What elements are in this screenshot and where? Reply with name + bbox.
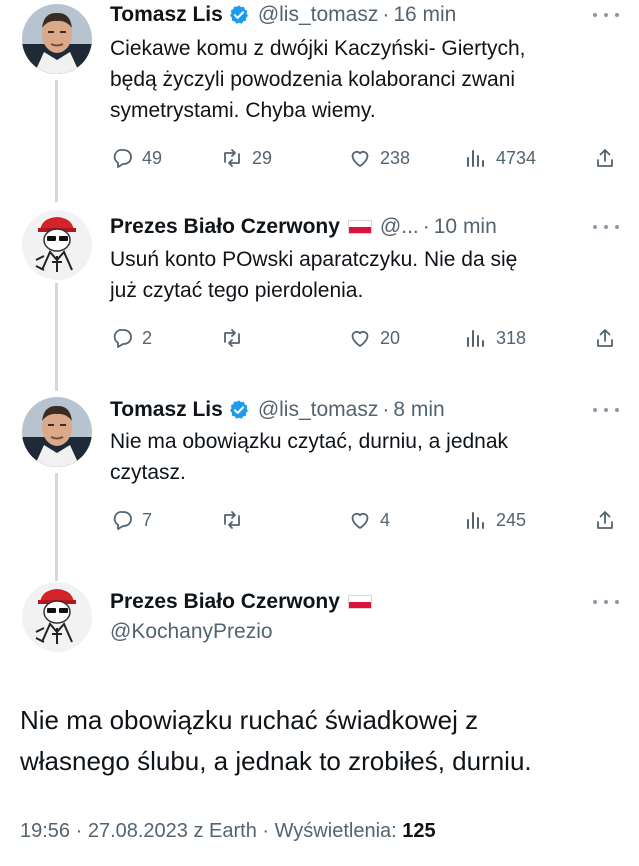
retweet-button[interactable] xyxy=(220,323,252,353)
author-name[interactable]: Prezes Biało Czerwony xyxy=(110,590,340,614)
author-handle[interactable]: @lis_tomasz xyxy=(258,398,379,422)
reply-count: 2 xyxy=(142,327,153,348)
like-count: 4 xyxy=(380,509,391,530)
like-count: 238 xyxy=(380,147,411,168)
poland-flag-icon xyxy=(347,595,372,609)
poland-flag-icon xyxy=(347,220,372,234)
reply-button[interactable]: 7 xyxy=(110,505,152,535)
share-button[interactable] xyxy=(593,143,617,173)
views-icon xyxy=(467,512,484,529)
avatar[interactable] xyxy=(22,210,92,280)
author-name[interactable]: Tomasz Lis xyxy=(110,3,223,27)
more-icon[interactable] xyxy=(593,597,619,607)
avatar[interactable] xyxy=(22,582,92,652)
retweet-count: 29 xyxy=(252,147,273,168)
views-icon xyxy=(467,330,484,347)
text-line: już czytać tego pierdolenia. xyxy=(110,279,364,302)
retweet-button[interactable]: 29 xyxy=(220,143,272,173)
tweet-header: Tomasz Lis @lis_tomasz · 8 min xyxy=(110,395,445,425)
views-button[interactable]: 245 xyxy=(464,505,526,535)
avatar-photo-icon xyxy=(22,397,92,467)
tweet-text: Usuń konto POwski aparatczyku. Nie da si… xyxy=(110,244,615,306)
reply-icon xyxy=(113,511,132,530)
author-handle[interactable]: @... xyxy=(380,215,419,239)
reply-icon xyxy=(113,329,132,348)
tweet[interactable]: Tomasz Lis @lis_tomasz · 16 min Ciekawe … xyxy=(0,0,639,200)
avatar-cartoon-icon xyxy=(22,582,92,652)
author-handle[interactable]: @lis_tomasz xyxy=(258,3,379,27)
views-button[interactable]: 4734 xyxy=(464,143,536,173)
main-tweet-text: Nie ma obowiązku ruchać świadkowej z wła… xyxy=(20,700,620,782)
share-icon xyxy=(597,149,613,167)
share-icon xyxy=(597,511,613,529)
separator-dot: · xyxy=(382,398,390,421)
tweet-text: Nie ma obowiązku czytać, durniu, a jedna… xyxy=(110,426,615,488)
timestamp[interactable]: 10 min xyxy=(434,215,497,239)
text-line: Usuń konto POwski aparatczyku. Nie da si… xyxy=(110,248,518,271)
text-line: Nie ma obowiązku ruchać świadkowej z xyxy=(20,705,479,735)
author-handle[interactable]: @KochanyPrezio xyxy=(110,620,273,644)
avatar-cartoon-icon xyxy=(22,210,92,280)
avatar[interactable] xyxy=(22,397,92,467)
like-icon xyxy=(351,330,369,347)
text-line: własnego ślubu, a jednak to zrobiłeś, du… xyxy=(20,746,532,776)
tweet[interactable]: Tomasz Lis @lis_tomasz · 8 min Nie ma ob… xyxy=(0,395,639,565)
reply-button[interactable]: 2 xyxy=(110,323,152,353)
retweet-icon xyxy=(224,329,240,347)
tweet-actions: 49 29 238 4734 xyxy=(110,143,625,173)
share-button[interactable] xyxy=(593,323,617,353)
avatar-photo-icon xyxy=(22,4,92,74)
tweet-header: Prezes Biało Czerwony @... · 10 min xyxy=(110,212,497,242)
like-button[interactable]: 20 xyxy=(348,323,400,353)
tweet[interactable]: Prezes Biało Czerwony @... · 10 min Usuń… xyxy=(0,210,639,390)
like-icon xyxy=(351,150,369,167)
view-count: 318 xyxy=(496,327,527,348)
like-count: 20 xyxy=(380,327,401,348)
verified-badge-icon xyxy=(229,5,248,24)
reply-button[interactable]: 49 xyxy=(110,143,162,173)
tweet-header: Tomasz Lis @lis_tomasz · 16 min xyxy=(110,0,456,30)
tweet-meta: 19:56 · 27.08.2023 z Earth · Wyświetleni… xyxy=(20,820,436,843)
retweet-icon xyxy=(224,511,240,529)
tweet-actions: 7 4 245 xyxy=(110,505,625,535)
separator-dot: · xyxy=(422,215,430,238)
reply-icon xyxy=(113,149,132,168)
timestamp-source[interactable]: 19:56 · 27.08.2023 z Earth · Wyświetleni… xyxy=(20,820,402,842)
tweet-header: Prezes Biało Czerwony xyxy=(110,587,372,617)
avatar[interactable] xyxy=(22,4,92,74)
view-count: 245 xyxy=(496,509,527,530)
view-count: 125 xyxy=(402,820,436,842)
text-line: będą życzyli powodzenia kolaboranci zwan… xyxy=(110,68,516,91)
views-icon xyxy=(467,150,484,167)
share-button[interactable] xyxy=(593,505,617,535)
like-button[interactable]: 238 xyxy=(348,143,410,173)
text-line: Ciekawe komu z dwójki Kaczyński- Giertyc… xyxy=(110,37,526,60)
tweet-text: Ciekawe komu z dwójki Kaczyński- Giertyc… xyxy=(110,33,615,126)
timestamp[interactable]: 16 min xyxy=(393,3,456,27)
verified-badge-icon xyxy=(229,400,248,419)
text-line: czytasz. xyxy=(110,461,186,484)
retweet-icon xyxy=(224,149,240,167)
like-icon xyxy=(351,512,369,529)
reply-count: 7 xyxy=(142,509,153,530)
text-line: Nie ma obowiązku czytać, durniu, a jedna… xyxy=(110,430,509,453)
like-button[interactable]: 4 xyxy=(348,505,390,535)
retweet-button[interactable] xyxy=(220,505,252,535)
more-icon[interactable] xyxy=(593,405,619,415)
share-icon xyxy=(597,329,613,347)
separator-dot: · xyxy=(382,3,390,26)
more-icon[interactable] xyxy=(593,10,619,20)
timestamp[interactable]: 8 min xyxy=(393,398,444,422)
views-button[interactable]: 318 xyxy=(464,323,526,353)
more-icon[interactable] xyxy=(593,222,619,232)
view-count: 4734 xyxy=(496,147,537,168)
text-line: symetrystami. Chyba wiemy. xyxy=(110,99,376,122)
author-name[interactable]: Tomasz Lis xyxy=(110,398,223,422)
author-name[interactable]: Prezes Biało Czerwony xyxy=(110,215,340,239)
tweet-actions: 2 20 318 xyxy=(110,323,625,353)
reply-count: 49 xyxy=(142,147,163,168)
